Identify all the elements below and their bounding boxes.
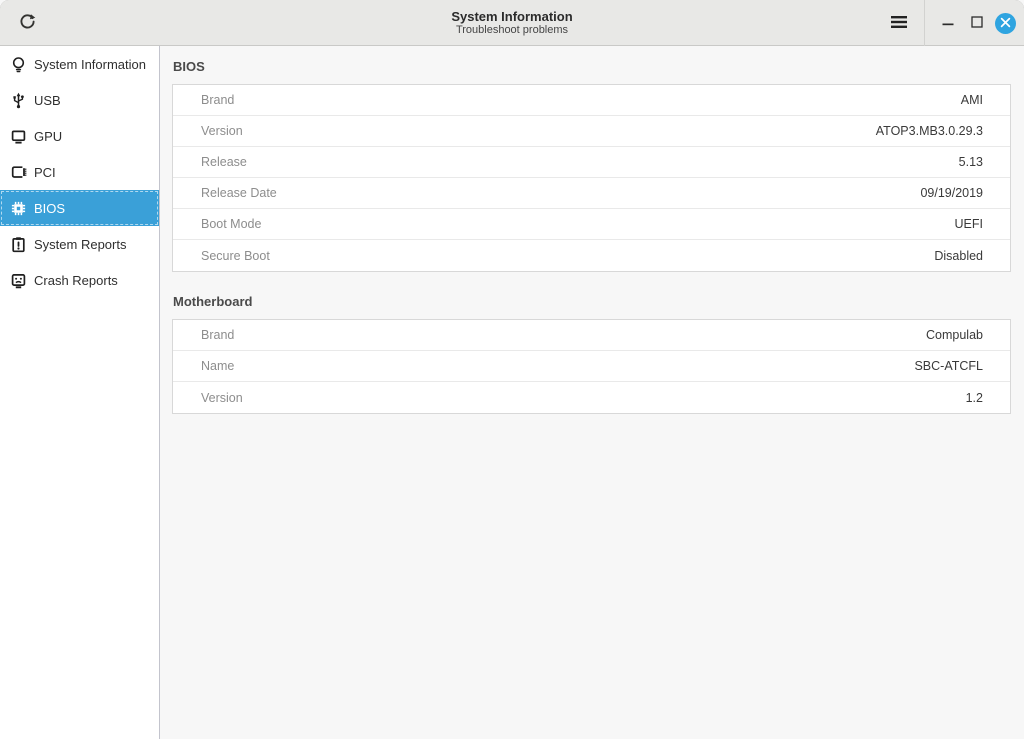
sidebar-item-gpu[interactable]: GPU bbox=[0, 118, 159, 154]
bios-table: Brand AMI Version ATOP3.MB3.0.29.3 Relea… bbox=[172, 84, 1011, 272]
sidebar-item-label: GPU bbox=[34, 129, 62, 144]
table-row: Release 5.13 bbox=[173, 147, 1010, 178]
app-window: System Information Troubleshoot problems bbox=[0, 0, 1024, 739]
sidebar-item-system-information[interactable]: System Information bbox=[0, 46, 159, 82]
minimize-icon bbox=[942, 16, 954, 31]
crash-icon bbox=[10, 272, 27, 289]
table-row: Secure Boot Disabled bbox=[173, 240, 1010, 271]
menu-button[interactable] bbox=[886, 10, 912, 36]
window-subtitle: Troubleshoot problems bbox=[456, 24, 568, 37]
row-value: AMI bbox=[961, 93, 1010, 107]
row-value: ATOP3.MB3.0.29.3 bbox=[876, 124, 1010, 138]
main-content: BIOS Brand AMI Version ATOP3.MB3.0.29.3 … bbox=[160, 46, 1024, 739]
sidebar-item-crash-reports[interactable]: Crash Reports bbox=[0, 262, 159, 298]
refresh-icon bbox=[18, 12, 37, 34]
report-icon bbox=[10, 236, 27, 253]
row-value: 1.2 bbox=[966, 391, 1010, 405]
table-row: Version 1.2 bbox=[173, 382, 1010, 413]
motherboard-table: Brand Compulab Name SBC-ATCFL Version 1.… bbox=[172, 319, 1011, 414]
row-label: Version bbox=[173, 391, 243, 405]
row-label: Release Date bbox=[173, 186, 277, 200]
maximize-button[interactable] bbox=[966, 12, 988, 34]
table-row: Release Date 09/19/2019 bbox=[173, 178, 1010, 209]
table-row: Boot Mode UEFI bbox=[173, 209, 1010, 240]
window-title: System Information bbox=[451, 9, 572, 24]
close-button[interactable] bbox=[995, 13, 1016, 34]
row-label: Brand bbox=[173, 93, 234, 107]
sidebar-item-label: BIOS bbox=[34, 201, 65, 216]
row-label: Brand bbox=[173, 328, 234, 342]
section-heading-motherboard: Motherboard bbox=[173, 294, 1011, 309]
row-value: Disabled bbox=[934, 249, 1010, 263]
close-icon bbox=[1000, 16, 1011, 31]
section-heading-bios: BIOS bbox=[173, 59, 1011, 74]
display-icon bbox=[10, 128, 27, 145]
row-label: Boot Mode bbox=[173, 217, 261, 231]
row-value: Compulab bbox=[926, 328, 1010, 342]
sidebar-item-label: USB bbox=[34, 93, 61, 108]
row-label: Secure Boot bbox=[173, 249, 270, 263]
row-value: 09/19/2019 bbox=[920, 186, 1010, 200]
table-row: Name SBC-ATCFL bbox=[173, 351, 1010, 382]
motherboard-section: Motherboard Brand Compulab Name SBC-ATCF… bbox=[172, 294, 1011, 414]
table-row: Version ATOP3.MB3.0.29.3 bbox=[173, 116, 1010, 147]
row-label: Name bbox=[173, 359, 234, 373]
lightbulb-icon bbox=[10, 56, 27, 73]
headerbar: System Information Troubleshoot problems bbox=[0, 0, 1024, 46]
row-value: SBC-ATCFL bbox=[914, 359, 1010, 373]
sidebar-item-system-reports[interactable]: System Reports bbox=[0, 226, 159, 262]
sidebar-item-label: System Reports bbox=[34, 237, 126, 252]
header-separator bbox=[924, 0, 925, 46]
expansion-card-icon bbox=[10, 164, 27, 181]
row-label: Version bbox=[173, 124, 243, 138]
header-title-block: System Information Troubleshoot problems bbox=[0, 0, 1024, 46]
table-row: Brand AMI bbox=[173, 85, 1010, 116]
sidebar-item-label: System Information bbox=[34, 57, 146, 72]
usb-icon bbox=[10, 92, 27, 109]
refresh-button[interactable] bbox=[14, 10, 40, 36]
row-value: 5.13 bbox=[959, 155, 1010, 169]
sidebar-item-label: PCI bbox=[34, 165, 56, 180]
chip-icon bbox=[10, 200, 27, 217]
row-value: UEFI bbox=[955, 217, 1010, 231]
sidebar-item-bios[interactable]: BIOS bbox=[0, 190, 159, 226]
sidebar: System Information USB bbox=[0, 46, 160, 739]
maximize-icon bbox=[971, 16, 983, 31]
bios-section: BIOS Brand AMI Version ATOP3.MB3.0.29.3 … bbox=[172, 59, 1011, 272]
sidebar-item-usb[interactable]: USB bbox=[0, 82, 159, 118]
table-row: Brand Compulab bbox=[173, 320, 1010, 351]
hamburger-menu-icon bbox=[890, 15, 908, 32]
minimize-button[interactable] bbox=[937, 12, 959, 34]
sidebar-item-pci[interactable]: PCI bbox=[0, 154, 159, 190]
sidebar-item-label: Crash Reports bbox=[34, 273, 118, 288]
row-label: Release bbox=[173, 155, 247, 169]
